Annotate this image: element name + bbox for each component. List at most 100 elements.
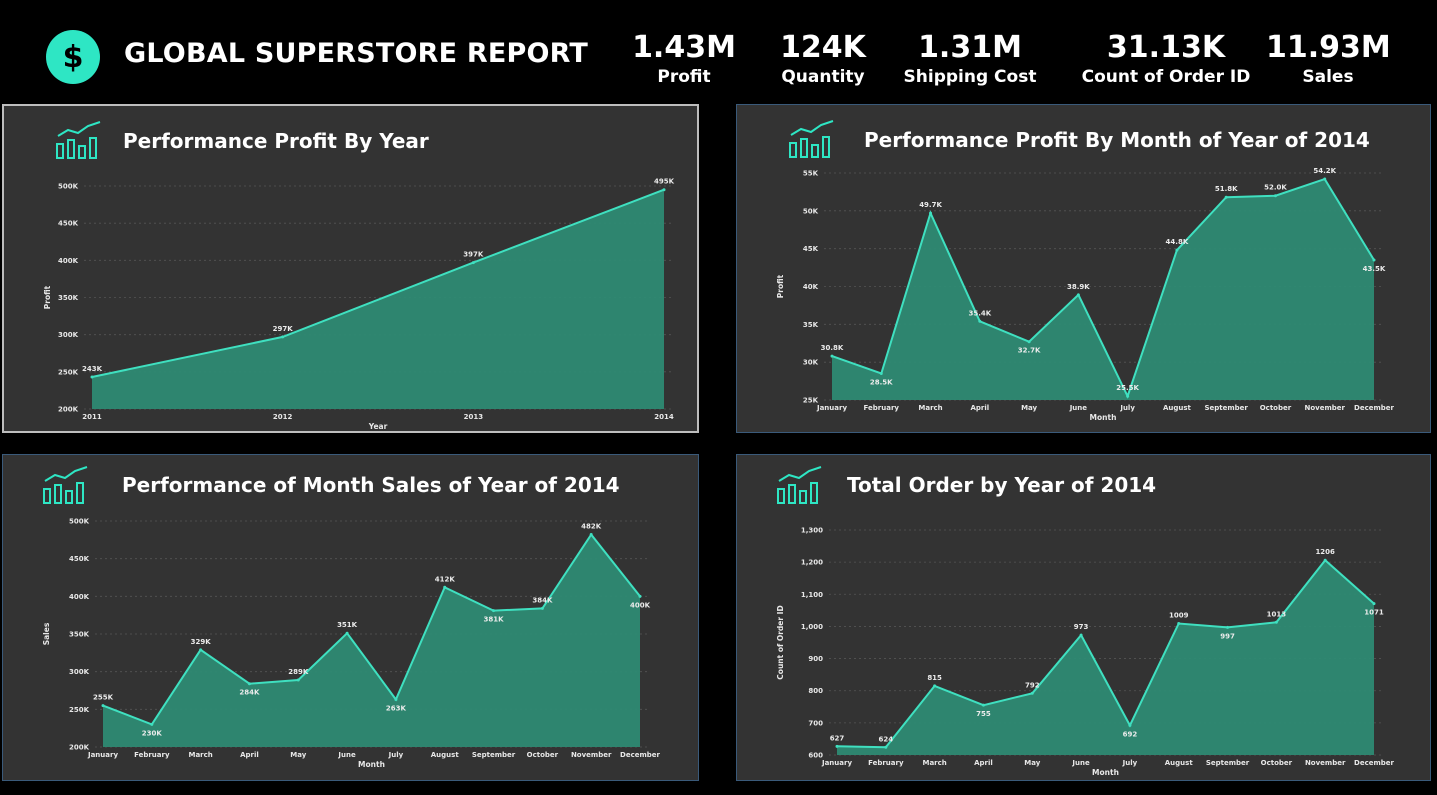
data-point	[90, 375, 94, 379]
kpi-card-count-of-order-id[interactable]: 31.13K Count of Order ID	[1068, 30, 1264, 88]
data-point	[1128, 723, 1132, 727]
y-tick-label: 1,000	[801, 623, 823, 631]
kpi-label: Shipping Cost	[903, 67, 1037, 87]
data-label: 329K	[191, 638, 212, 646]
x-tick-label: January	[816, 404, 847, 412]
profit-by-year-chart: 200K 250K 300K 350K 400K 450K 500K 243K 2011 297K…	[43, 178, 675, 431]
profit-by-month-chart: 25K30K35K40K45K50K55K30.8KJanuary28.5KFe…	[776, 167, 1395, 422]
kpi-value: 1.31M	[918, 30, 1022, 65]
data-point	[1027, 340, 1031, 344]
x-tick-label: June	[1069, 404, 1088, 412]
data-label: 495K	[654, 178, 675, 186]
y-tick-label: 300K	[69, 668, 90, 676]
panel-orders-by-month[interactable]: Total Order by Year of 2014 600 700 800 900…	[736, 454, 1431, 781]
y-axis-title: Profit	[776, 274, 785, 298]
x-tick-label: February	[134, 751, 170, 759]
kpi-card-profit[interactable]: 1.43M Profit	[628, 30, 740, 88]
x-tick-label: December	[1354, 404, 1395, 412]
data-label: 1009	[1169, 612, 1189, 620]
x-tick-label: May	[290, 751, 306, 759]
data-point	[929, 211, 933, 215]
y-tick-label: 1,100	[801, 591, 823, 599]
orders-by-month-chart: 600 700 800 900 1,000 1,100 1,200 1,300 627 Janua…	[776, 527, 1395, 778]
kpi-card-sales[interactable]: 11.93M Sales	[1266, 30, 1391, 88]
y-tick-label: 500K	[69, 518, 90, 526]
data-point	[1076, 293, 1080, 297]
data-label: 230K	[142, 729, 163, 737]
data-point	[199, 648, 203, 652]
data-label: 30.8K	[821, 344, 844, 352]
data-label: 289K	[288, 668, 309, 676]
data-label: 255K	[93, 694, 114, 702]
data-point	[884, 745, 888, 749]
data-label: 32.7K	[1018, 347, 1041, 355]
data-point	[879, 372, 883, 376]
x-axis-title: Month	[358, 760, 385, 769]
x-tick-label: June	[337, 751, 356, 759]
y-tick-label: 450K	[69, 555, 90, 563]
data-label: 51.8K	[1215, 185, 1238, 193]
data-label: 351K	[337, 621, 358, 629]
data-label: 815	[927, 674, 942, 682]
data-label: 35.4K	[968, 309, 991, 317]
y-tick-label: 40K	[803, 283, 819, 291]
x-tick-label: February	[864, 404, 900, 412]
data-point	[1226, 625, 1230, 629]
data-point	[1323, 558, 1327, 562]
x-axis-title: Month	[1090, 413, 1117, 422]
y-tick-label: 600	[808, 752, 823, 760]
data-label: 284K	[239, 689, 260, 697]
data-label: 243K	[82, 365, 103, 373]
data-point	[1372, 602, 1376, 606]
x-axis-title: Month	[1092, 768, 1119, 777]
data-point	[540, 606, 544, 610]
y-tick-label: 250K	[58, 368, 79, 376]
y-tick-label: 350K	[58, 294, 79, 302]
data-point	[1224, 195, 1228, 199]
x-tick-label: September	[472, 751, 516, 759]
y-tick-label: 450K	[58, 220, 79, 228]
kpi-value: 11.93M	[1266, 30, 1391, 65]
kpi-card-quantity[interactable]: 124K Quantity	[768, 30, 878, 88]
x-tick-label: November	[1304, 404, 1345, 412]
data-label: 49.7K	[919, 201, 942, 209]
area-fill	[837, 560, 1374, 755]
x-tick-label: November	[1305, 759, 1346, 767]
kpi-value: 31.13K	[1106, 30, 1226, 65]
y-tick-label: 700	[808, 719, 823, 727]
data-label: 384K	[532, 596, 553, 604]
data-point	[1323, 177, 1327, 181]
data-point	[345, 631, 349, 635]
y-tick-label: 350K	[69, 631, 90, 639]
x-tick-label: May	[1024, 759, 1040, 767]
data-label: 263K	[386, 705, 407, 713]
x-tick-label: April	[240, 751, 259, 759]
x-tick-label: March	[922, 759, 946, 767]
data-label: 692	[1123, 730, 1138, 738]
x-tick-label: August	[1163, 404, 1192, 412]
data-point	[296, 678, 300, 682]
x-tick-label: August	[1165, 759, 1194, 767]
data-point	[978, 319, 982, 323]
panel-profit-by-year[interactable]: Performance Profit By Year 200K 250K 300K 3…	[2, 104, 699, 433]
data-point	[1175, 248, 1179, 252]
panel-sales-by-month[interactable]: Performance of Month Sales of Year of 20…	[2, 454, 699, 781]
kpi-card-shipping-cost[interactable]: 1.31M Shipping Cost	[890, 30, 1050, 88]
data-label: 1206	[1315, 548, 1335, 556]
y-axis-title: Count of Order ID	[776, 605, 785, 679]
data-label: 624	[879, 735, 894, 743]
kpi-label: Count of Order ID	[1081, 67, 1251, 87]
y-axis-title: Sales	[42, 622, 51, 645]
panel-profit-by-month[interactable]: Performance Profit By Month of Year of 2…	[736, 104, 1431, 433]
kpi-label: Quantity	[781, 67, 865, 87]
x-tick-label: September	[1206, 759, 1250, 767]
data-point	[1274, 620, 1278, 624]
x-tick-label: April	[970, 404, 989, 412]
y-tick-label: 30K	[803, 359, 819, 367]
data-label: 381K	[484, 616, 505, 624]
x-tick-label: July	[1122, 759, 1138, 767]
x-tick-label: March	[188, 751, 212, 759]
y-axis-title: Profit	[43, 285, 52, 309]
x-tick-label: May	[1021, 404, 1037, 412]
x-tick-label: 2013	[464, 413, 484, 421]
